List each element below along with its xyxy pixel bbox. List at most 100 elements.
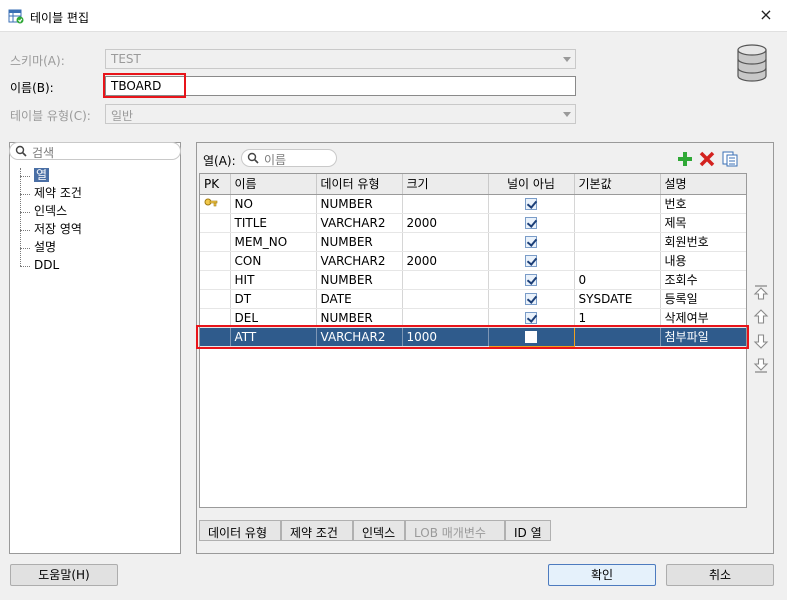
data-type-cell[interactable]: VARCHAR2 — [316, 327, 403, 347]
not-null-checkbox[interactable] — [525, 236, 537, 248]
default-value-cell[interactable] — [574, 194, 661, 214]
column-row[interactable]: MEM_NO NUMBER 회원번호 — [200, 232, 746, 252]
pk-cell[interactable] — [200, 194, 231, 214]
size-cell[interactable] — [402, 308, 489, 328]
add-column-icon[interactable] — [677, 151, 693, 167]
header-not-null[interactable]: 널이 아님 — [488, 174, 575, 195]
default-value-cell[interactable] — [574, 327, 661, 347]
pk-cell[interactable] — [200, 232, 231, 252]
comment-cell[interactable]: 회원번호 — [660, 232, 746, 252]
pk-cell[interactable] — [200, 327, 231, 347]
column-row[interactable]: DT DATE SYSDATE 등록일 — [200, 289, 746, 309]
tab-data-type[interactable]: 데이터 유형 — [199, 520, 281, 541]
move-to-top-icon[interactable] — [752, 284, 770, 302]
columns-search-input[interactable]: 이름 — [241, 149, 337, 167]
data-type-cell[interactable]: NUMBER — [316, 308, 403, 328]
delete-column-icon[interactable] — [699, 151, 715, 167]
header-size[interactable]: 크기 — [402, 174, 489, 195]
comment-cell[interactable]: 내용 — [660, 251, 746, 271]
tab-indexes[interactable]: 인덱스 — [353, 520, 405, 541]
default-value-cell[interactable] — [574, 232, 661, 252]
not-null-cell[interactable] — [488, 270, 575, 290]
tree-item-indexes[interactable]: 인덱스 — [14, 203, 174, 221]
comment-cell[interactable]: 첨부파일 — [660, 327, 746, 347]
header-default[interactable]: 기본값 — [574, 174, 661, 195]
column-row[interactable]: HIT NUMBER 0 조회수 — [200, 270, 746, 290]
tree-item-ddl[interactable]: DDL — [14, 257, 174, 275]
move-up-icon[interactable] — [752, 308, 770, 326]
header-pk[interactable]: PK — [200, 174, 231, 195]
data-type-cell[interactable]: VARCHAR2 — [316, 251, 403, 271]
pk-cell[interactable] — [200, 213, 231, 233]
comment-cell[interactable]: 조회수 — [660, 270, 746, 290]
column-row[interactable]: DEL NUMBER 1 삭제여부 — [200, 308, 746, 328]
column-name-cell[interactable]: DT — [230, 289, 317, 309]
column-name-cell[interactable]: DEL — [230, 308, 317, 328]
tree-item-constraints[interactable]: 제약 조건 — [14, 185, 174, 203]
column-row[interactable]: NO NUMBER 번호 — [200, 194, 746, 214]
not-null-checkbox[interactable] — [525, 293, 537, 305]
not-null-checkbox[interactable] — [525, 255, 537, 267]
size-cell[interactable]: 1000 — [402, 327, 489, 347]
header-data-type[interactable]: 데이터 유형 — [316, 174, 403, 195]
data-type-cell[interactable]: NUMBER — [316, 270, 403, 290]
not-null-cell[interactable] — [488, 251, 575, 271]
size-cell[interactable] — [402, 194, 489, 214]
comment-cell[interactable]: 등록일 — [660, 289, 746, 309]
size-cell[interactable]: 2000 — [402, 251, 489, 271]
column-name-cell[interactable]: CON — [230, 251, 317, 271]
tab-constraints[interactable]: 제약 조건 — [281, 520, 353, 541]
not-null-cell[interactable] — [488, 289, 575, 309]
not-null-checkbox[interactable] — [525, 331, 537, 343]
size-cell[interactable]: 2000 — [402, 213, 489, 233]
data-type-cell[interactable]: NUMBER — [316, 232, 403, 252]
column-row[interactable]: CON VARCHAR2 2000 내용 — [200, 251, 746, 271]
data-type-cell[interactable]: NUMBER — [316, 194, 403, 214]
tree-item-columns[interactable]: 열 — [14, 167, 174, 185]
default-value-cell[interactable]: 1 — [574, 308, 661, 328]
help-button[interactable]: 도움말(H) — [10, 564, 118, 586]
not-null-cell[interactable] — [488, 308, 575, 328]
tab-identity-column[interactable]: ID 열 — [505, 520, 551, 541]
data-type-cell[interactable]: DATE — [316, 289, 403, 309]
not-null-checkbox[interactable] — [525, 312, 537, 324]
default-value-cell[interactable] — [574, 213, 661, 233]
not-null-checkbox[interactable] — [525, 198, 537, 210]
default-value-cell[interactable] — [574, 251, 661, 271]
comment-cell[interactable]: 삭제여부 — [660, 308, 746, 328]
header-comment[interactable]: 설명 — [660, 174, 746, 195]
column-name-cell[interactable]: NO — [230, 194, 317, 214]
ok-button[interactable]: 확인 — [548, 564, 656, 586]
header-name[interactable]: 이름 — [230, 174, 317, 195]
column-name-cell[interactable]: ATT — [230, 327, 317, 347]
column-name-cell[interactable]: TITLE — [230, 213, 317, 233]
move-down-icon[interactable] — [752, 332, 770, 350]
comment-cell[interactable]: 번호 — [660, 194, 746, 214]
not-null-checkbox[interactable] — [525, 217, 537, 229]
not-null-cell[interactable] — [487, 326, 575, 347]
column-row[interactable]: ATT VARCHAR2 1000 첨부파일 — [200, 326, 746, 347]
default-value-cell[interactable]: SYSDATE — [574, 289, 661, 309]
tree-item-storage[interactable]: 저장 영역 — [14, 221, 174, 239]
name-input[interactable]: TBOARD — [105, 76, 576, 96]
close-icon[interactable]: × — [757, 6, 775, 24]
default-value-cell[interactable]: 0 — [574, 270, 661, 290]
pk-cell[interactable] — [200, 289, 231, 309]
not-null-checkbox[interactable] — [525, 274, 537, 286]
column-name-cell[interactable]: MEM_NO — [230, 232, 317, 252]
tree-item-comment[interactable]: 설명 — [14, 239, 174, 257]
column-name-cell[interactable]: HIT — [230, 270, 317, 290]
not-null-cell[interactable] — [488, 194, 575, 214]
size-cell[interactable] — [402, 270, 489, 290]
not-null-cell[interactable] — [488, 232, 575, 252]
pk-cell[interactable] — [200, 251, 231, 271]
copy-column-icon[interactable] — [722, 151, 738, 167]
size-cell[interactable] — [402, 232, 489, 252]
navigation-search-input[interactable]: 검색 — [9, 142, 181, 160]
column-row[interactable]: TITLE VARCHAR2 2000 제목 — [200, 213, 746, 233]
pk-cell[interactable] — [200, 270, 231, 290]
not-null-cell[interactable] — [488, 213, 575, 233]
comment-cell[interactable]: 제목 — [660, 213, 746, 233]
size-cell[interactable] — [402, 289, 489, 309]
cancel-button[interactable]: 취소 — [666, 564, 774, 586]
